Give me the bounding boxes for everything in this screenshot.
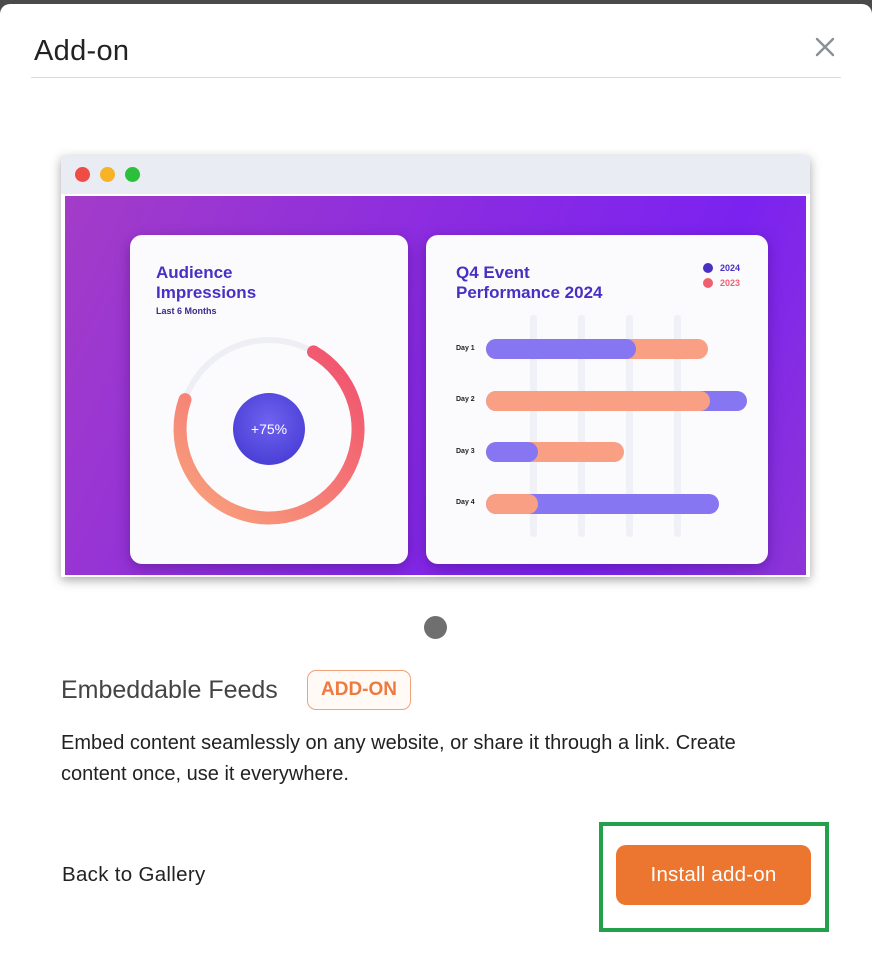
day4-label: Day 4 [456,499,475,506]
preview-window-titlebar [61,156,810,194]
event-bar-chart [486,315,747,537]
close-button[interactable] [814,36,836,58]
day3-bar-2024 [486,442,538,462]
install-addon-button[interactable]: Install add-on [616,845,811,905]
back-to-gallery-link[interactable]: Back to Gallery [62,862,206,888]
modal-title: Add-on [34,35,130,67]
preview-canvas: Audience Impressions Last 6 Months +75% … [65,196,806,575]
window-close-dot [75,167,90,182]
event-performance-card: Q4 Event Performance 2024 2024 2023 Day … [426,235,768,564]
day3-label: Day 3 [456,448,475,455]
day2-label: Day 2 [456,396,475,403]
day1-bar-2024 [486,339,636,359]
close-icon [815,37,835,57]
addon-badge: ADD-ON [307,670,411,710]
window-minimize-dot [100,167,115,182]
window-maximize-dot [125,167,140,182]
day4-bar-2023 [486,494,538,514]
addon-name: Embeddable Feeds [61,676,278,704]
day1-label: Day 1 [456,345,475,352]
modal-header [31,4,841,78]
audience-gauge: +75% [173,337,365,525]
addon-description: Embed content seamlessly on any website,… [61,732,736,785]
carousel-dot[interactable] [424,616,447,639]
gauge-label: +75% [251,421,287,437]
day2-bar-2023 [486,391,710,411]
audience-impressions-card: Audience Impressions Last 6 Months +75% [130,235,408,564]
preview-image: Audience Impressions Last 6 Months +75% … [61,156,810,577]
addon-modal: Add-on Audience Impressions Last 6 Month… [0,4,872,957]
